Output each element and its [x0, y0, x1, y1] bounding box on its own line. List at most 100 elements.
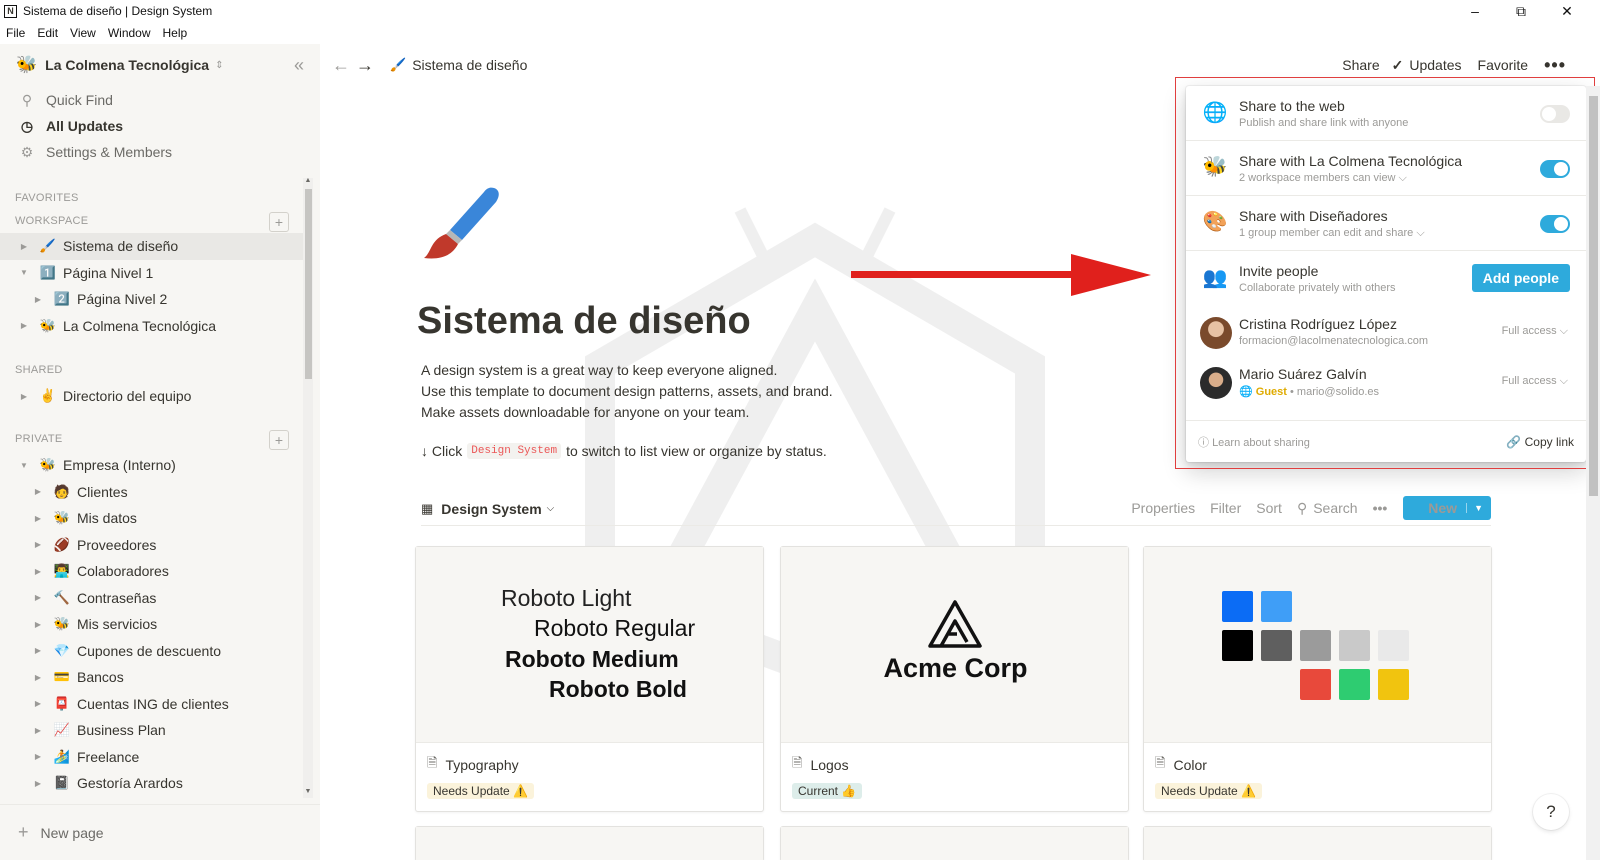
- page-scrollbar[interactable]: [1586, 86, 1600, 860]
- filter-button[interactable]: Filter: [1210, 500, 1241, 516]
- menu-file[interactable]: File: [6, 26, 25, 40]
- updates-button[interactable]: Updates: [1409, 57, 1461, 73]
- properties-button[interactable]: Properties: [1131, 500, 1195, 516]
- search-button[interactable]: Search: [1313, 500, 1357, 516]
- back-arrow-icon[interactable]: ←: [332, 55, 350, 76]
- sidebar-item-directorio[interactable]: ▶ ✌️ Directorio del equipo: [0, 383, 303, 410]
- notion-app-icon: N: [4, 4, 17, 18]
- notebook-icon: 📓: [53, 775, 71, 791]
- sidebar-item-cupones[interactable]: ▶ 💎 Cupones de descuento: [0, 638, 303, 665]
- sidebar-item-la-colmena[interactable]: ▶ 🐝 La Colmena Tecnológica: [0, 313, 303, 340]
- font-sample: Roboto Light: [501, 585, 632, 611]
- gallery-card[interactable]: [415, 826, 764, 860]
- expand-toggle-icon[interactable]: ▶: [33, 593, 43, 602]
- menu-bar: File Edit View Window Help: [0, 23, 199, 43]
- scroll-down-icon[interactable]: ▼: [303, 788, 313, 795]
- page-title[interactable]: Sistema de diseño: [417, 300, 751, 343]
- expand-toggle-icon[interactable]: ▶: [33, 673, 43, 682]
- workspace-switcher[interactable]: 🐝 La Colmena Tecnológica ⇕ «: [0, 44, 320, 86]
- add-private-page-button[interactable]: +: [269, 430, 289, 450]
- sidebar-item-clientes[interactable]: ▶ 🧑 Clientes: [0, 479, 303, 506]
- sidebar-item-label: Mis datos: [77, 510, 137, 527]
- breadcrumb[interactable]: Sistema de diseño: [412, 57, 527, 73]
- expand-toggle-icon[interactable]: ▶: [19, 392, 29, 401]
- card-title-label: Color: [1173, 757, 1207, 773]
- close-icon[interactable]: ✕: [1544, 0, 1590, 22]
- collapse-toggle-icon[interactable]: ▼: [19, 268, 29, 277]
- share-button[interactable]: Share: [1342, 57, 1379, 73]
- card-title: 🗎 Logos: [792, 754, 849, 776]
- window-title: Sistema de diseño | Design System: [23, 4, 213, 18]
- gallery-card[interactable]: [780, 826, 1129, 860]
- page-paintbrush-icon[interactable]: [418, 182, 504, 268]
- gallery-card-logos[interactable]: Acme Corp 🗎 Logos Current 👍: [780, 546, 1129, 812]
- menu-help[interactable]: Help: [163, 26, 188, 40]
- settings-members[interactable]: ⚙ Settings & Members: [0, 139, 320, 165]
- new-button[interactable]: New ▼: [1403, 496, 1491, 520]
- sidebar-item-label: Cupones de descuento: [77, 642, 221, 659]
- collapse-toggle-icon[interactable]: ▼: [19, 461, 29, 470]
- page-hint[interactable]: ↓ Click Design System to switch to list …: [421, 443, 827, 459]
- sidebar-item-gestoria[interactable]: ▶ 📓 Gestoría Arardos: [0, 770, 303, 797]
- private-tree: ▼ 🐝 Empresa (Interno) ▶ 🧑 Clientes ▶ 🐝 Mis dat…: [0, 452, 303, 797]
- sidebar-scrollbar-thumb[interactable]: [305, 189, 312, 379]
- sidebar-item-contrasenas[interactable]: ▶ 🔨 Contraseñas: [0, 585, 303, 612]
- gallery-card-color[interactable]: 🗎 Color Needs Update ⚠️: [1143, 546, 1492, 812]
- more-options-icon[interactable]: •••: [1373, 500, 1388, 516]
- sidebar-item-business-plan[interactable]: ▶ 📈 Business Plan: [0, 717, 303, 744]
- help-button[interactable]: ?: [1533, 794, 1569, 830]
- workspace-tree: ▶ 🖌️ Sistema de diseño ▼ 1️⃣ Página Nivel 1 …: [0, 233, 303, 339]
- expand-toggle-icon[interactable]: ▶: [33, 620, 43, 629]
- menu-edit[interactable]: Edit: [37, 26, 58, 40]
- expand-toggle-icon[interactable]: ▶: [33, 752, 43, 761]
- scroll-up-icon[interactable]: ▲: [303, 177, 313, 184]
- all-updates[interactable]: ◷ All Updates: [0, 113, 320, 139]
- restore-icon[interactable]: ⧉: [1498, 0, 1544, 22]
- chevron-down-icon[interactable]: ▼: [1466, 503, 1483, 513]
- page-scrollbar-thumb[interactable]: [1589, 96, 1598, 496]
- database-view-name[interactable]: Design System: [441, 501, 541, 517]
- quick-find[interactable]: ⚲ Quick Find: [0, 87, 320, 113]
- expand-toggle-icon[interactable]: ▶: [33, 540, 43, 549]
- sidebar-item-proveedores[interactable]: ▶ 🏈 Proveedores: [0, 532, 303, 559]
- sidebar-item-pagina-nivel-2[interactable]: ▶ 2️⃣ Página Nivel 2: [0, 286, 303, 313]
- expand-toggle-icon[interactable]: ▶: [33, 567, 43, 576]
- sidebar-item-bancos[interactable]: ▶ 💳 Bancos: [0, 664, 303, 691]
- sort-button[interactable]: Sort: [1256, 500, 1282, 516]
- sidebar: 🐝 La Colmena Tecnológica ⇕ « ⚲ Quick Find…: [0, 44, 320, 860]
- gallery-card-typography[interactable]: Roboto Light Roboto Regular Roboto Mediu…: [415, 546, 764, 812]
- sidebar-item-freelance[interactable]: ▶ 🏄 Freelance: [0, 744, 303, 771]
- sidebar-item-label: Business Plan: [77, 722, 166, 739]
- add-workspace-page-button[interactable]: +: [269, 212, 289, 232]
- expand-toggle-icon[interactable]: ▶: [19, 242, 29, 251]
- menu-window[interactable]: Window: [108, 26, 151, 40]
- chevron-down-icon[interactable]: ⌵: [547, 503, 555, 514]
- minimize-icon[interactable]: –: [1452, 0, 1498, 22]
- expand-toggle-icon[interactable]: ▶: [33, 699, 43, 708]
- sidebar-item-mis-servicios[interactable]: ▶ 🐝 Mis servicios: [0, 611, 303, 638]
- sidebar-item-cuentas-ing[interactable]: ▶ 📮 Cuentas ING de clientes: [0, 691, 303, 718]
- sidebar-item-pagina-nivel-1[interactable]: ▼ 1️⃣ Página Nivel 1: [0, 260, 303, 287]
- page-description[interactable]: A design system is a great way to keep e…: [421, 360, 833, 423]
- sidebar-item-sistema-de-diseno[interactable]: ▶ 🖌️ Sistema de diseño: [0, 233, 303, 260]
- updown-chevron-icon: ⇕: [215, 59, 224, 71]
- sidebar-item-colaboradores[interactable]: ▶ 👨‍💻 Colaboradores: [0, 558, 303, 585]
- expand-toggle-icon[interactable]: ▶: [33, 779, 43, 788]
- forward-arrow-icon[interactable]: →: [356, 55, 374, 76]
- gallery-card[interactable]: [1143, 826, 1492, 860]
- hint-prefix: ↓ Click: [421, 443, 463, 459]
- card-cover: [781, 827, 1128, 860]
- favorite-button[interactable]: Favorite: [1478, 57, 1529, 73]
- expand-toggle-icon[interactable]: ▶: [33, 514, 43, 523]
- sidebar-item-empresa[interactable]: ▼ 🐝 Empresa (Interno): [0, 452, 303, 479]
- collapse-sidebar-icon[interactable]: «: [294, 55, 304, 76]
- expand-toggle-icon[interactable]: ▶: [33, 487, 43, 496]
- more-options-icon[interactable]: •••: [1544, 55, 1566, 76]
- expand-toggle-icon[interactable]: ▶: [19, 321, 29, 330]
- expand-toggle-icon[interactable]: ▶: [33, 646, 43, 655]
- sidebar-item-mis-datos[interactable]: ▶ 🐝 Mis datos: [0, 505, 303, 532]
- expand-toggle-icon[interactable]: ▶: [33, 726, 43, 735]
- expand-toggle-icon[interactable]: ▶: [33, 295, 43, 304]
- new-page-button[interactable]: + New page: [0, 804, 320, 860]
- menu-view[interactable]: View: [70, 26, 96, 40]
